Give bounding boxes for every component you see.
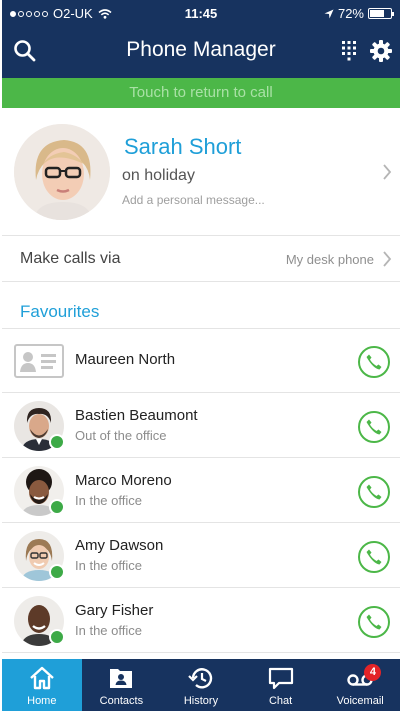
tab-contacts[interactable]: Contacts [82, 659, 162, 711]
contact-status: In the office [75, 558, 142, 573]
phone-manager-screen: O2-UK 11:45 72% Phone Manager Touch to r… [2, 0, 400, 711]
tab-label: Contacts [99, 695, 144, 707]
contact-name: Amy Dawson [75, 537, 164, 554]
battery-percent: 72% [337, 6, 364, 21]
presence-indicator [49, 434, 65, 450]
profile-status: on holiday [122, 167, 195, 184]
dialpad-icon[interactable] [336, 38, 362, 64]
battery-icon [368, 8, 394, 19]
tab-history[interactable]: History [161, 659, 241, 711]
tab-home[interactable]: Home [2, 659, 82, 711]
phone-icon [366, 614, 382, 630]
favourite-contact-row[interactable]: Maureen North [2, 329, 400, 393]
make-calls-via-row[interactable]: Make calls via My desk phone [2, 236, 400, 282]
profile-avatar [14, 124, 110, 220]
phone-icon [366, 549, 382, 565]
phone-icon [366, 354, 382, 370]
my-profile-card[interactable]: Sarah Short on holiday Add a personal me… [2, 108, 400, 236]
tab-voicemail[interactable]: 4 Voicemail [320, 659, 400, 711]
contact-status: In the office [75, 623, 142, 638]
top-bar: O2-UK 11:45 72% Phone Manager [2, 0, 400, 78]
favourites-heading: Favourites [20, 302, 100, 321]
phone-icon [366, 484, 382, 500]
call-button[interactable] [358, 476, 390, 508]
presence-indicator [49, 499, 65, 515]
chevron-right-icon [383, 251, 392, 267]
chat-icon [268, 667, 293, 690]
profile-name: Sarah Short [124, 134, 242, 159]
make-calls-via-value: My desk phone [285, 252, 374, 267]
bottom-tab-bar: Home Contacts History Chat 4 Voicemail [2, 659, 400, 711]
tab-label: Chat [268, 695, 293, 707]
status-right: 72% [324, 6, 394, 21]
call-button[interactable] [358, 541, 390, 573]
chevron-right-icon [383, 164, 392, 180]
personal-message-field[interactable]: Add a personal message... [122, 193, 265, 207]
contact-status: Out of the office [75, 428, 167, 443]
return-to-call-banner[interactable]: Touch to return to call [2, 78, 400, 108]
gear-icon[interactable] [368, 38, 394, 64]
tab-label: History [183, 695, 219, 707]
location-arrow-icon [324, 9, 334, 18]
phone-icon [366, 419, 382, 435]
contact-name: Marco Moreno [75, 472, 172, 489]
presence-indicator [49, 564, 65, 580]
tab-label: Voicemail [336, 695, 384, 707]
favourite-contact-row[interactable]: Bastien Beaumont Out of the office [2, 394, 400, 458]
voicemail-count-badge: 4 [364, 664, 382, 681]
favourite-contact-row[interactable]: Gary Fisher In the office [2, 589, 400, 653]
make-calls-via-label: Make calls via [20, 250, 121, 267]
contacts-icon [110, 669, 133, 688]
call-button[interactable] [358, 606, 390, 638]
tab-chat[interactable]: Chat [241, 659, 321, 711]
contact-status: In the office [75, 493, 142, 508]
call-button[interactable] [358, 346, 390, 378]
favourite-contact-row[interactable]: Amy Dawson In the office [2, 524, 400, 588]
status-bar: O2-UK 11:45 72% [2, 0, 400, 28]
contact-name: Maureen North [75, 351, 176, 368]
app-header: Phone Manager [2, 30, 400, 74]
presence-indicator [49, 629, 65, 645]
history-icon [188, 668, 213, 689]
call-button[interactable] [358, 411, 390, 443]
favourite-contact-row[interactable]: Marco Moreno In the office [2, 459, 400, 523]
contact-card-icon [14, 344, 64, 378]
tab-label: Home [27, 695, 57, 707]
home-icon [29, 666, 54, 690]
contact-name: Gary Fisher [75, 602, 154, 619]
contact-name: Bastien Beaumont [75, 407, 198, 424]
